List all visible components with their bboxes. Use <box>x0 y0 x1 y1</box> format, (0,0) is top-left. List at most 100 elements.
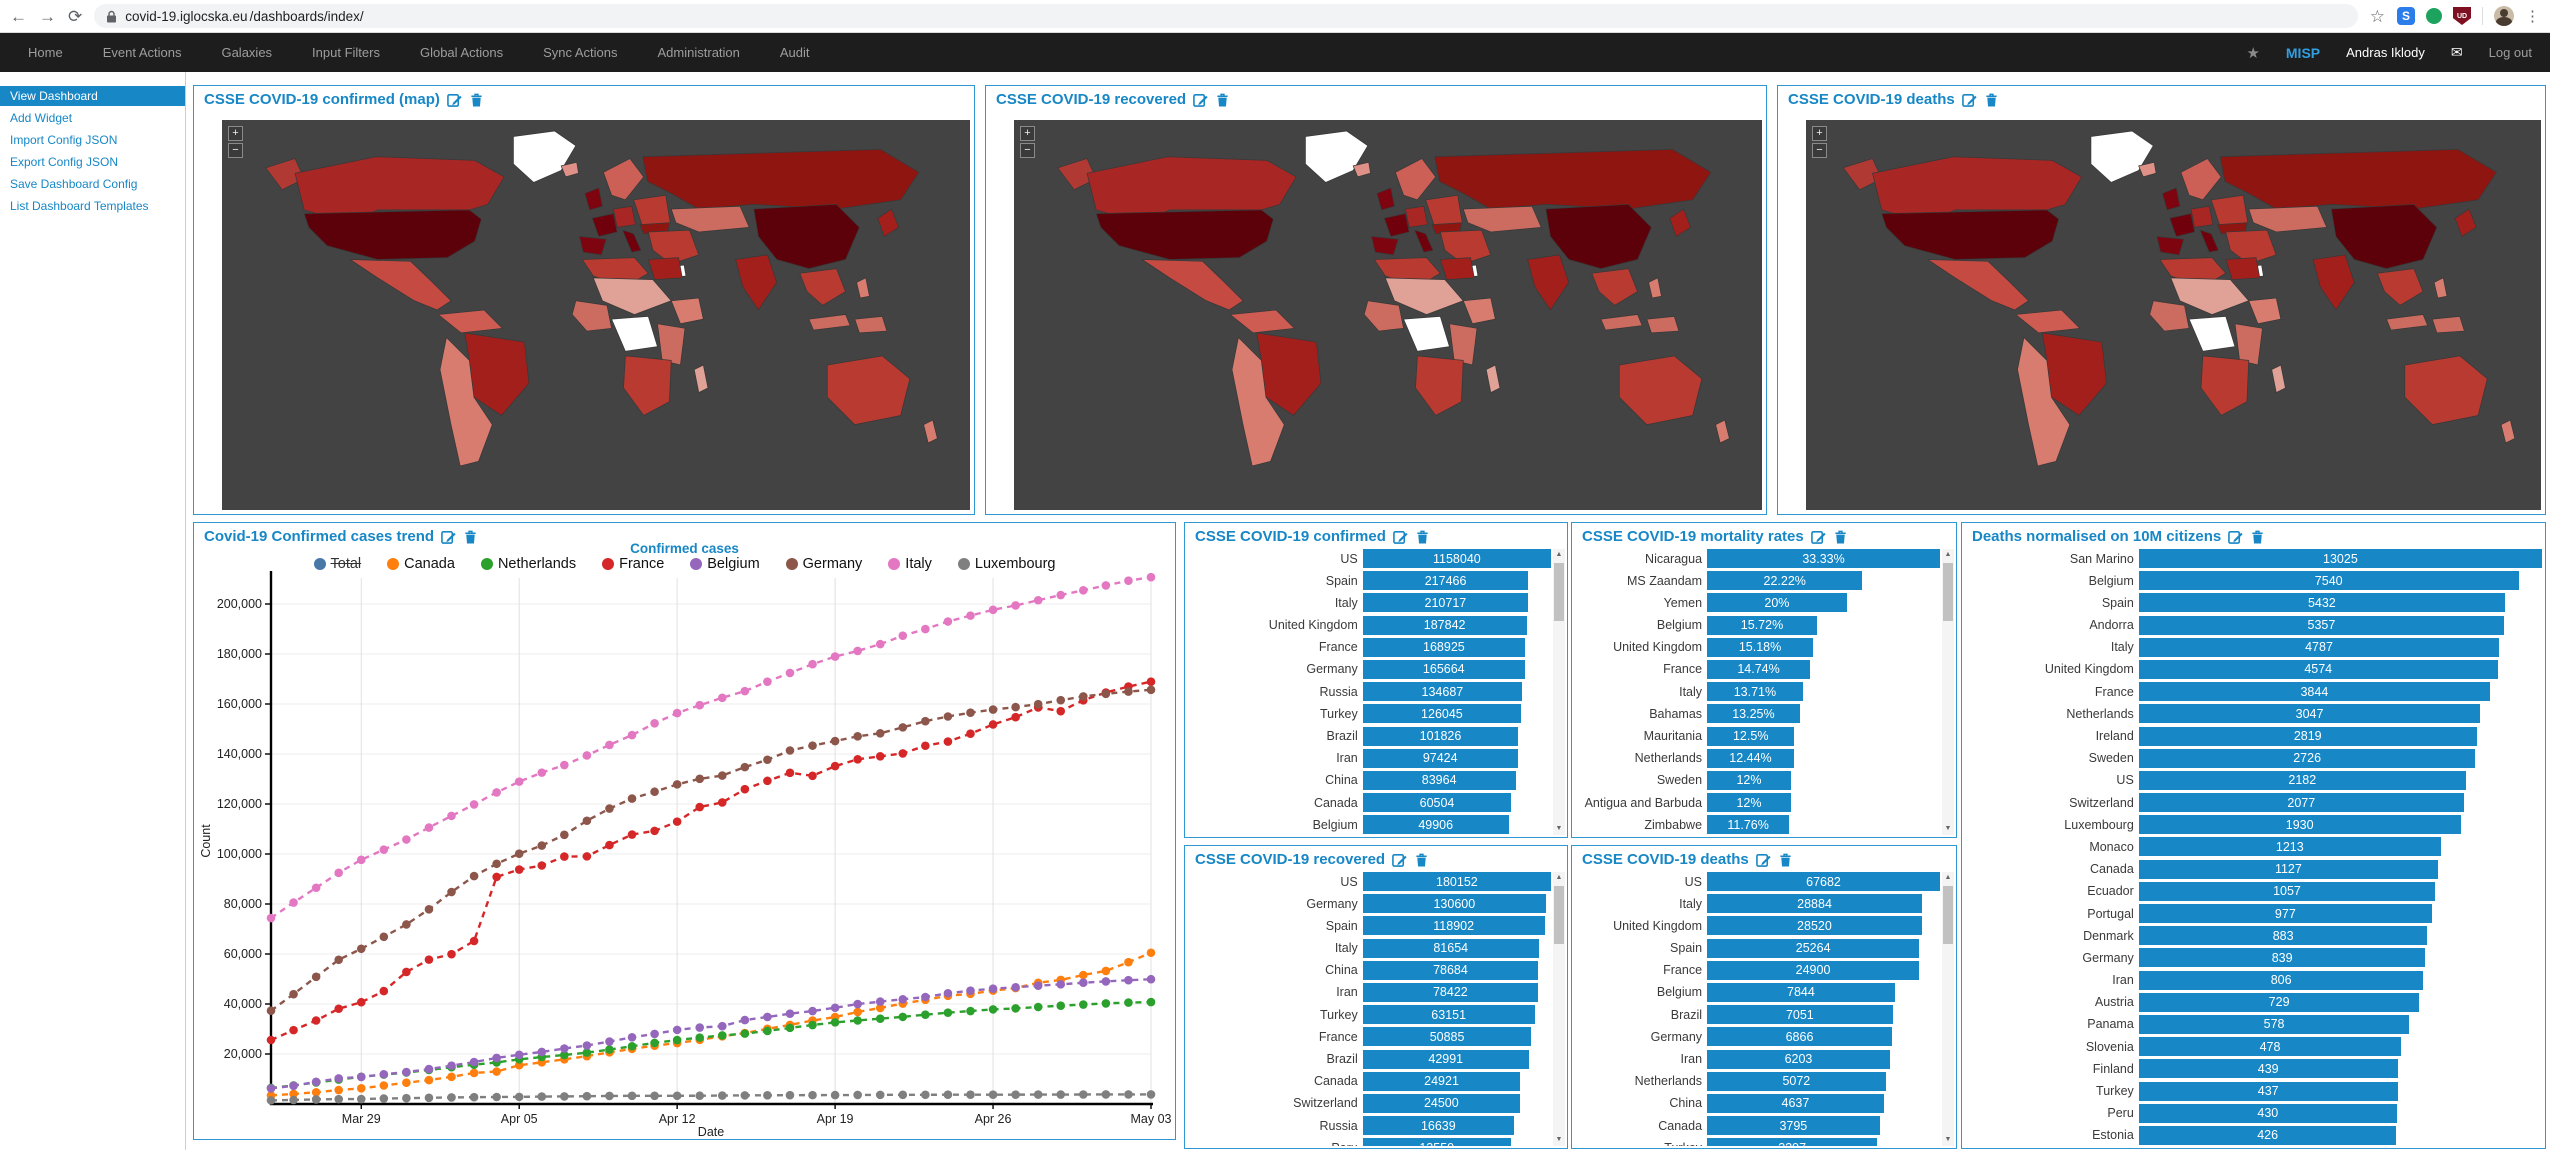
bar-track: 1213 <box>2139 837 2542 856</box>
delete-widget-icon[interactable] <box>1215 92 1230 107</box>
scrollbar-thumb[interactable] <box>1554 563 1564 621</box>
edit-widget-icon[interactable] <box>1962 92 1977 107</box>
data-point <box>741 763 750 772</box>
data-point <box>605 741 614 750</box>
scroll-up-arrow-icon[interactable]: ▲ <box>1553 872 1565 884</box>
browser-avatar[interactable] <box>2494 6 2514 26</box>
scroll-down-arrow-icon[interactable]: ▼ <box>1942 823 1954 835</box>
delete-widget-icon[interactable] <box>469 92 484 107</box>
legend-item-netherlands[interactable]: Netherlands <box>481 556 576 572</box>
nav-item-global-actions[interactable]: Global Actions <box>420 45 503 60</box>
edit-widget-icon[interactable] <box>1756 852 1771 867</box>
bar: 28884 <box>1707 894 1922 913</box>
legend-item-canada[interactable]: Canada <box>387 556 455 572</box>
scrollbar-thumb[interactable] <box>1943 886 1953 944</box>
delete-widget-icon[interactable] <box>1833 529 1848 544</box>
data-point <box>944 712 953 721</box>
scrollbar-thumb[interactable] <box>1554 886 1564 944</box>
edit-widget-icon[interactable] <box>1811 529 1826 544</box>
table-row: San Marino13025 <box>1966 549 2542 568</box>
scrollbar[interactable]: ▲▼ <box>1553 872 1565 1146</box>
browser-menu-icon[interactable]: ⋮ <box>2525 7 2540 25</box>
zoom-in-button[interactable]: + <box>228 126 243 141</box>
brand-misp[interactable]: MISP <box>2286 45 2320 61</box>
delete-widget-icon[interactable] <box>463 529 478 544</box>
data-point <box>786 1024 795 1033</box>
edit-widget-icon[interactable] <box>441 529 456 544</box>
browser-forward-button[interactable]: → <box>39 8 56 25</box>
delete-widget-icon[interactable] <box>1415 529 1430 544</box>
bar-track: 12% <box>1707 793 1940 812</box>
legend-item-france[interactable]: France <box>602 556 664 572</box>
delete-widget-icon[interactable] <box>2250 529 2265 544</box>
legend-item-belgium[interactable]: Belgium <box>690 556 759 572</box>
table-row: Germany6866 <box>1576 1027 1940 1046</box>
sidebar-item-list-dashboard-templates[interactable]: List Dashboard Templates <box>0 196 185 216</box>
scroll-up-arrow-icon[interactable]: ▲ <box>1942 872 1954 884</box>
address-bar[interactable]: covid-19.iglocska.eu/dashboards/index/ <box>94 4 2358 28</box>
nav-item-sync-actions[interactable]: Sync Actions <box>543 45 617 60</box>
bar-track: 42991 <box>1363 1050 1551 1069</box>
zoom-out-button[interactable]: − <box>228 143 243 158</box>
scroll-up-arrow-icon[interactable]: ▲ <box>1942 549 1954 561</box>
bar-track: 4574 <box>2139 660 2542 679</box>
zoom-out-button[interactable]: − <box>1020 143 1035 158</box>
legend-item-italy[interactable]: Italy <box>888 556 932 572</box>
delete-widget-icon[interactable] <box>1414 852 1429 867</box>
bar-value: 78684 <box>1433 963 1468 977</box>
extension-shield-icon[interactable]: UD <box>2453 7 2471 25</box>
edit-widget-icon[interactable] <box>2228 529 2243 544</box>
bar-track: 168925 <box>1363 638 1551 657</box>
nav-item-input-filters[interactable]: Input Filters <box>312 45 380 60</box>
scroll-down-arrow-icon[interactable]: ▼ <box>1553 1134 1565 1146</box>
data-point <box>583 751 592 760</box>
edit-widget-icon[interactable] <box>447 92 462 107</box>
zoom-in-button[interactable]: + <box>1812 126 1827 141</box>
extension-s-icon[interactable]: S <box>2397 7 2415 25</box>
nav-item-galaxies[interactable]: Galaxies <box>221 45 272 60</box>
envelope-icon[interactable]: ✉ <box>2451 44 2463 61</box>
legend-item-germany[interactable]: Germany <box>786 556 863 572</box>
extension-green-icon[interactable] <box>2426 8 2442 24</box>
edit-widget-icon[interactable] <box>1392 852 1407 867</box>
bookmark-star-icon[interactable]: ☆ <box>2370 8 2385 25</box>
bar-value: 1213 <box>2276 840 2304 854</box>
zoom-in-button[interactable]: + <box>1020 126 1035 141</box>
bar-value: 20% <box>1764 596 1789 610</box>
scroll-up-arrow-icon[interactable]: ▲ <box>1553 549 1565 561</box>
scrollbar[interactable]: ▲▼ <box>1942 549 1954 835</box>
row-label: Austria <box>1966 995 2139 1009</box>
edit-widget-icon[interactable] <box>1193 92 1208 107</box>
browser-refresh-button[interactable]: ⟳ <box>68 8 82 25</box>
browser-back-button[interactable]: ← <box>10 8 27 25</box>
delete-widget-icon[interactable] <box>1778 852 1793 867</box>
bar: 13.25% <box>1707 704 1800 723</box>
svg-text:180,000: 180,000 <box>217 647 262 661</box>
sidebar-item-view-dashboard[interactable]: View Dashboard <box>0 86 185 106</box>
legend-dot <box>958 558 970 570</box>
sidebar-item-import-config-json[interactable]: Import Config JSON <box>0 130 185 150</box>
logout-link[interactable]: Log out <box>2489 45 2532 60</box>
scroll-down-arrow-icon[interactable]: ▼ <box>1553 823 1565 835</box>
current-user[interactable]: Andras Iklody <box>2346 45 2425 60</box>
nav-item-event-actions[interactable]: Event Actions <box>103 45 182 60</box>
nav-item-audit[interactable]: Audit <box>780 45 810 60</box>
sidebar-item-save-dashboard-config[interactable]: Save Dashboard Config <box>0 174 185 194</box>
data-point <box>380 845 389 854</box>
scrollbar-thumb[interactable] <box>1943 563 1953 621</box>
legend-item-luxembourg[interactable]: Luxembourg <box>958 556 1056 572</box>
edit-widget-icon[interactable] <box>1393 529 1408 544</box>
data-point <box>876 1014 885 1023</box>
scroll-down-arrow-icon[interactable]: ▼ <box>1942 1134 1954 1146</box>
sidebar-item-export-config-json[interactable]: Export Config JSON <box>0 152 185 172</box>
data-point <box>357 998 366 1007</box>
nav-item-home[interactable]: Home <box>28 45 63 60</box>
zoom-out-button[interactable]: − <box>1812 143 1827 158</box>
nav-item-administration[interactable]: Administration <box>658 45 740 60</box>
delete-widget-icon[interactable] <box>1984 92 1999 107</box>
sidebar-item-add-widget[interactable]: Add Widget <box>0 108 185 128</box>
legend-item-total[interactable]: Total <box>314 556 362 572</box>
favorites-star-icon[interactable]: ★ <box>2246 44 2259 62</box>
scrollbar[interactable]: ▲▼ <box>1553 549 1565 835</box>
scrollbar[interactable]: ▲▼ <box>1942 872 1954 1146</box>
